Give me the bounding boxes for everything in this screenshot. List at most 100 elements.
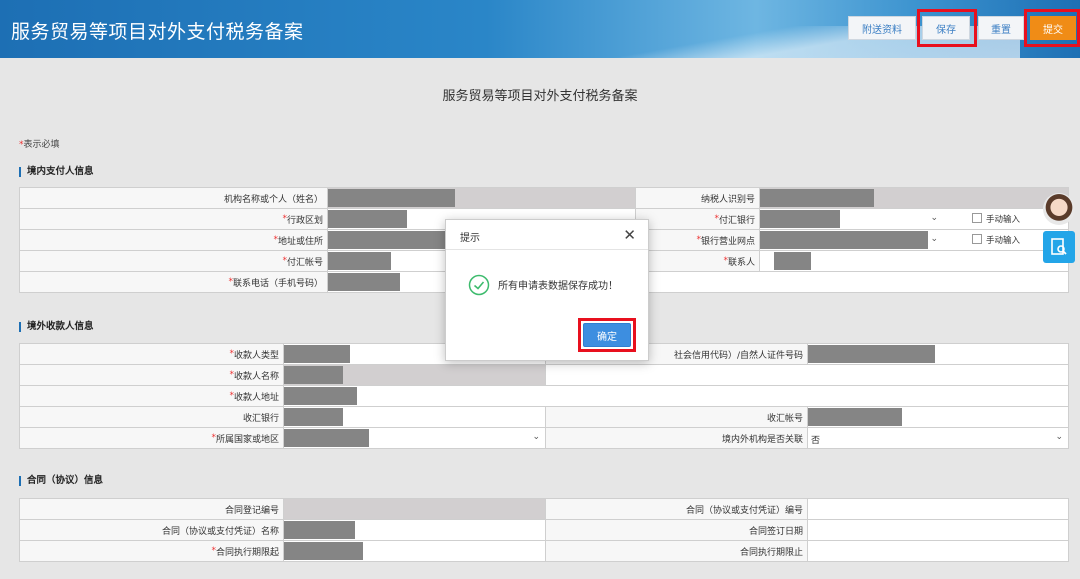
field-label: * 收款人名称 — [20, 365, 284, 386]
taxpayer-id-field[interactable] — [760, 188, 1069, 209]
field-label: 收汇银行 — [20, 407, 284, 428]
table-row: 合同登记编号 合同（协议或支付凭证）编号 — [20, 499, 1069, 520]
redacted-value — [284, 366, 343, 384]
redacted-value — [760, 231, 928, 249]
field-label: 合同执行期限止 — [546, 541, 808, 562]
table-row: * 合同执行期限起 合同执行期限止 — [20, 541, 1069, 562]
chevron-down-icon[interactable]: ⌄ — [930, 213, 938, 223]
redacted-value — [808, 408, 902, 426]
redacted-value — [284, 408, 343, 426]
field-label: * 收款人地址 — [20, 386, 284, 407]
field-label: 合同签订日期 — [546, 520, 808, 541]
redacted-value — [284, 387, 357, 405]
search-doc-glyph — [1051, 238, 1067, 255]
contact-person-field[interactable] — [760, 251, 1069, 272]
redacted-value — [808, 345, 935, 363]
redacted-value — [284, 345, 350, 363]
field-label: * 付汇银行 — [636, 209, 760, 230]
search-doc-icon[interactable] — [1043, 231, 1075, 263]
manual-input-checkbox[interactable] — [972, 213, 982, 223]
table-row: * 所属国家或地区 ⌄ 境内外机构是否关联 否 ⌄ — [20, 428, 1069, 449]
required-note: *表示必填 — [19, 137, 60, 150]
contract-reg-no-field[interactable] — [284, 499, 546, 520]
table-row: 机构名称或个人（姓名） 纳税人识别号 — [20, 188, 1069, 209]
field-label: * 合同执行期限起 — [20, 541, 284, 562]
empty-cell — [546, 365, 1069, 386]
field-label: 合同（协议或支付凭证）名称 — [20, 520, 284, 541]
redacted-value — [774, 252, 811, 270]
contract-sign-date-field[interactable] — [808, 520, 1069, 541]
required-note-text: 表示必填 — [23, 140, 60, 150]
section-title-contract: 合同（协议）信息 — [19, 476, 103, 486]
paying-bank-select[interactable]: ⌄ 手动输入 — [760, 209, 1069, 230]
redacted-value — [328, 189, 455, 207]
field-label: 机构名称或个人（姓名） — [20, 188, 328, 209]
app-title: 服务贸易等项目对外支付税务备案 — [11, 21, 304, 43]
field-label: 纳税人识别号 — [636, 188, 760, 209]
country-region-select[interactable]: ⌄ — [284, 428, 546, 449]
close-icon[interactable]: ✕ — [623, 226, 636, 244]
attach-materials-button[interactable]: 附送资料 — [848, 16, 916, 40]
contract-name-field[interactable] — [284, 520, 546, 541]
table-row: 收汇银行 收汇帐号 — [20, 407, 1069, 428]
submit-button[interactable]: 提交 — [1030, 16, 1076, 40]
field-label: * 地址或住所 — [20, 230, 328, 251]
reset-button[interactable]: 重置 — [978, 16, 1024, 40]
redacted-value — [284, 521, 355, 539]
bank-branch-select[interactable]: ⌄ 手动输入 — [760, 230, 1069, 251]
redacted-value — [328, 231, 446, 249]
phone-field[interactable] — [328, 272, 1069, 293]
redacted-value — [284, 429, 369, 447]
section-title-payee: 境外收款人信息 — [19, 322, 94, 332]
receiving-account-field[interactable] — [808, 407, 1069, 428]
field-label: 收汇帐号 — [546, 407, 808, 428]
contract-no-field[interactable] — [808, 499, 1069, 520]
payee-address-field[interactable] — [284, 386, 1069, 407]
manual-input-label: 手动输入 — [986, 215, 1021, 225]
section-title-payer: 境内支付人信息 — [19, 167, 94, 177]
related-party-value: 否 — [811, 436, 821, 446]
customer-service-avatar-icon[interactable] — [1043, 193, 1075, 225]
receiving-bank-field[interactable] — [284, 407, 546, 428]
field-label: * 联系人 — [636, 251, 760, 272]
related-party-select[interactable]: 否 ⌄ — [808, 428, 1069, 449]
dialog-title: 提示 — [460, 233, 480, 244]
table-row: * 收款人名称 — [20, 365, 1069, 386]
redacted-value — [328, 252, 391, 270]
save-button[interactable]: 保存 — [922, 16, 970, 40]
chevron-down-icon[interactable]: ⌄ — [930, 234, 938, 244]
redacted-value — [284, 542, 363, 560]
payee-name-field[interactable] — [284, 365, 546, 386]
redacted-value — [328, 273, 400, 291]
field-label: * 行政区划 — [20, 209, 328, 230]
contract-table: 合同登记编号 合同（协议或支付凭证）编号 合同（协议或支付凭证）名称 合同签订日… — [19, 498, 1069, 562]
contract-end-field[interactable] — [808, 541, 1069, 562]
field-label: * 联系电话（手机号码） — [20, 272, 328, 293]
manual-input-checkbox[interactable] — [972, 234, 982, 244]
table-row: 合同（协议或支付凭证）名称 合同签订日期 — [20, 520, 1069, 541]
success-check-icon — [468, 274, 490, 296]
save-success-dialog: 提示 ✕ 所有申请表数据保存成功！ 确定 — [445, 219, 649, 361]
table-row: * 收款人地址 — [20, 386, 1069, 407]
field-label: 合同（协议或支付凭证）编号 — [546, 499, 808, 520]
field-label: * 付汇帐号 — [20, 251, 328, 272]
manual-input-label: 手动输入 — [986, 236, 1021, 246]
ok-button[interactable]: 确定 — [583, 323, 631, 347]
field-label: * 所属国家或地区 — [20, 428, 284, 449]
redacted-value — [760, 189, 874, 207]
chevron-down-icon[interactable]: ⌄ — [1055, 432, 1063, 442]
page-title: 服务贸易等项目对外支付税务备案 — [442, 89, 638, 104]
chevron-down-icon[interactable]: ⌄ — [532, 432, 540, 442]
field-label: * 收款人类型 — [20, 344, 284, 365]
redacted-value — [328, 210, 407, 228]
app-header: 服务贸易等项目对外支付税务备案 — [0, 0, 1080, 58]
payee-id-field[interactable] — [808, 344, 1069, 365]
field-label: 境内外机构是否关联 — [546, 428, 808, 449]
org-name-field[interactable] — [328, 188, 636, 209]
field-label: 合同登记编号 — [20, 499, 284, 520]
dialog-message: 所有申请表数据保存成功！ — [498, 281, 618, 292]
field-label: * 银行营业网点 — [636, 230, 760, 251]
contract-start-field[interactable] — [284, 541, 546, 562]
redacted-value — [760, 210, 840, 228]
dialog-header: 提示 ✕ — [446, 220, 648, 250]
